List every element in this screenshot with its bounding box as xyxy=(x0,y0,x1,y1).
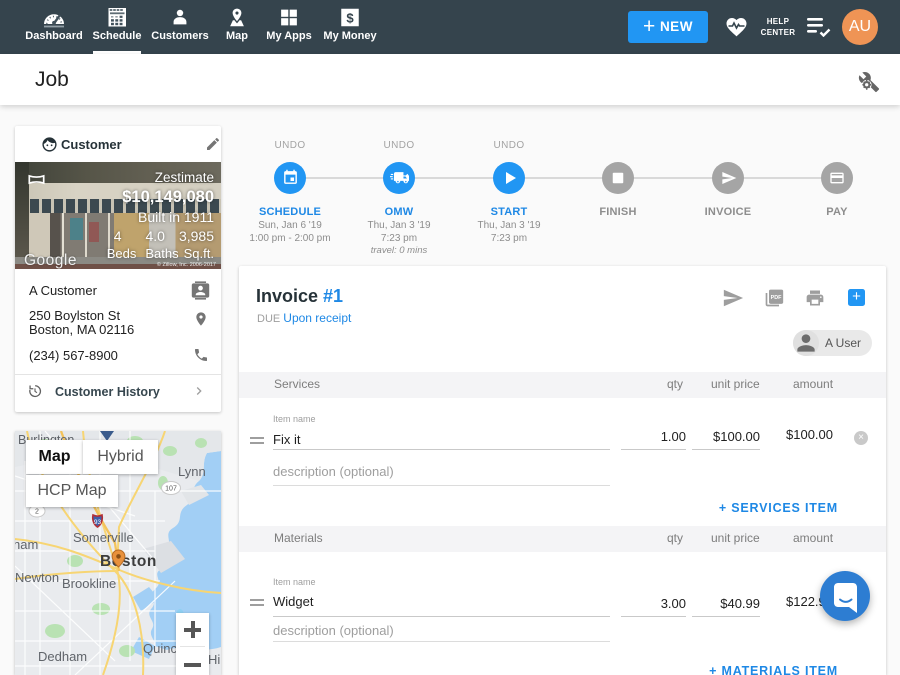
svg-text:$: $ xyxy=(346,10,354,25)
svg-text:Lynn: Lynn xyxy=(178,464,206,479)
svg-text:Newton: Newton xyxy=(15,570,59,585)
svg-text:Hi: Hi xyxy=(208,652,220,667)
svg-text:Somerville: Somerville xyxy=(73,530,134,545)
svg-text:Boston: Boston xyxy=(100,553,157,570)
svg-text:2: 2 xyxy=(35,509,39,516)
svg-text:107: 107 xyxy=(165,486,177,493)
svg-text:93: 93 xyxy=(94,519,102,526)
svg-text:PDF: PDF xyxy=(771,295,783,301)
svg-text:Brookline: Brookline xyxy=(62,576,116,591)
svg-text:ham: ham xyxy=(15,537,38,552)
svg-text:Dedham: Dedham xyxy=(38,649,87,664)
